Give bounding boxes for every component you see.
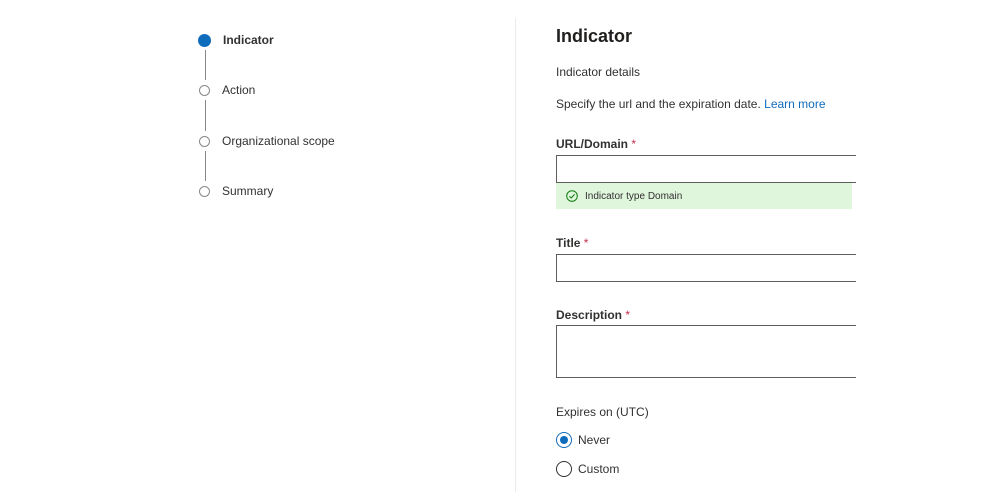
step-empty-circle-icon xyxy=(199,135,210,147)
description-label: Description * xyxy=(556,308,630,322)
radio-never[interactable]: Never xyxy=(556,432,610,448)
check-circle-icon xyxy=(566,190,578,202)
step-summary[interactable]: Summary xyxy=(199,181,273,201)
description-textarea[interactable] xyxy=(556,325,856,378)
page-title: Indicator xyxy=(556,26,633,46)
step-connector xyxy=(205,151,206,181)
page: Indicator Action Organizational scope Su… xyxy=(0,0,1006,492)
step-label: Action xyxy=(222,83,256,97)
step-empty-circle-icon xyxy=(199,185,210,197)
radio-label: Never xyxy=(578,433,611,447)
required-marker: * xyxy=(625,308,631,322)
title-input[interactable] xyxy=(556,254,856,282)
step-empty-circle-icon xyxy=(199,84,210,96)
help-text-body: Specify the url and the expiration date. xyxy=(556,97,761,111)
radio-label: Custom xyxy=(578,462,620,476)
learn-more-link[interactable]: Learn more xyxy=(764,97,825,111)
step-connector xyxy=(205,50,206,80)
panel-divider xyxy=(515,18,516,492)
step-active-dot-icon xyxy=(198,33,211,47)
step-connector xyxy=(205,100,206,131)
required-marker: * xyxy=(631,137,637,151)
step-organizational-scope[interactable]: Organizational scope xyxy=(199,131,335,151)
radio-button-selected[interactable] xyxy=(556,432,572,448)
radio-button[interactable] xyxy=(556,461,572,477)
section-subtitle: Indicator details xyxy=(556,65,641,79)
url-domain-label: URL/Domain * xyxy=(556,137,636,151)
description-label-text: Description xyxy=(556,308,623,322)
step-action[interactable]: Action xyxy=(199,80,255,100)
step-label: Organizational scope xyxy=(222,134,335,148)
radio-custom[interactable]: Custom xyxy=(556,461,619,477)
title-label-text: Title xyxy=(556,236,581,250)
title-label: Title * xyxy=(556,236,588,250)
step-label: Indicator xyxy=(223,33,274,47)
help-text: Specify the url and the expiration date.… xyxy=(556,97,826,111)
expires-label: Expires on (UTC) xyxy=(556,405,649,419)
required-marker: * xyxy=(583,236,589,250)
step-label: Summary xyxy=(222,184,274,198)
step-indicator[interactable]: Indicator xyxy=(198,30,274,50)
validation-text: Indicator type Domain xyxy=(585,190,683,202)
url-domain-input[interactable] xyxy=(556,155,856,183)
validation-message: Indicator type Domain xyxy=(556,183,852,209)
url-domain-label-text: URL/Domain xyxy=(556,137,628,151)
